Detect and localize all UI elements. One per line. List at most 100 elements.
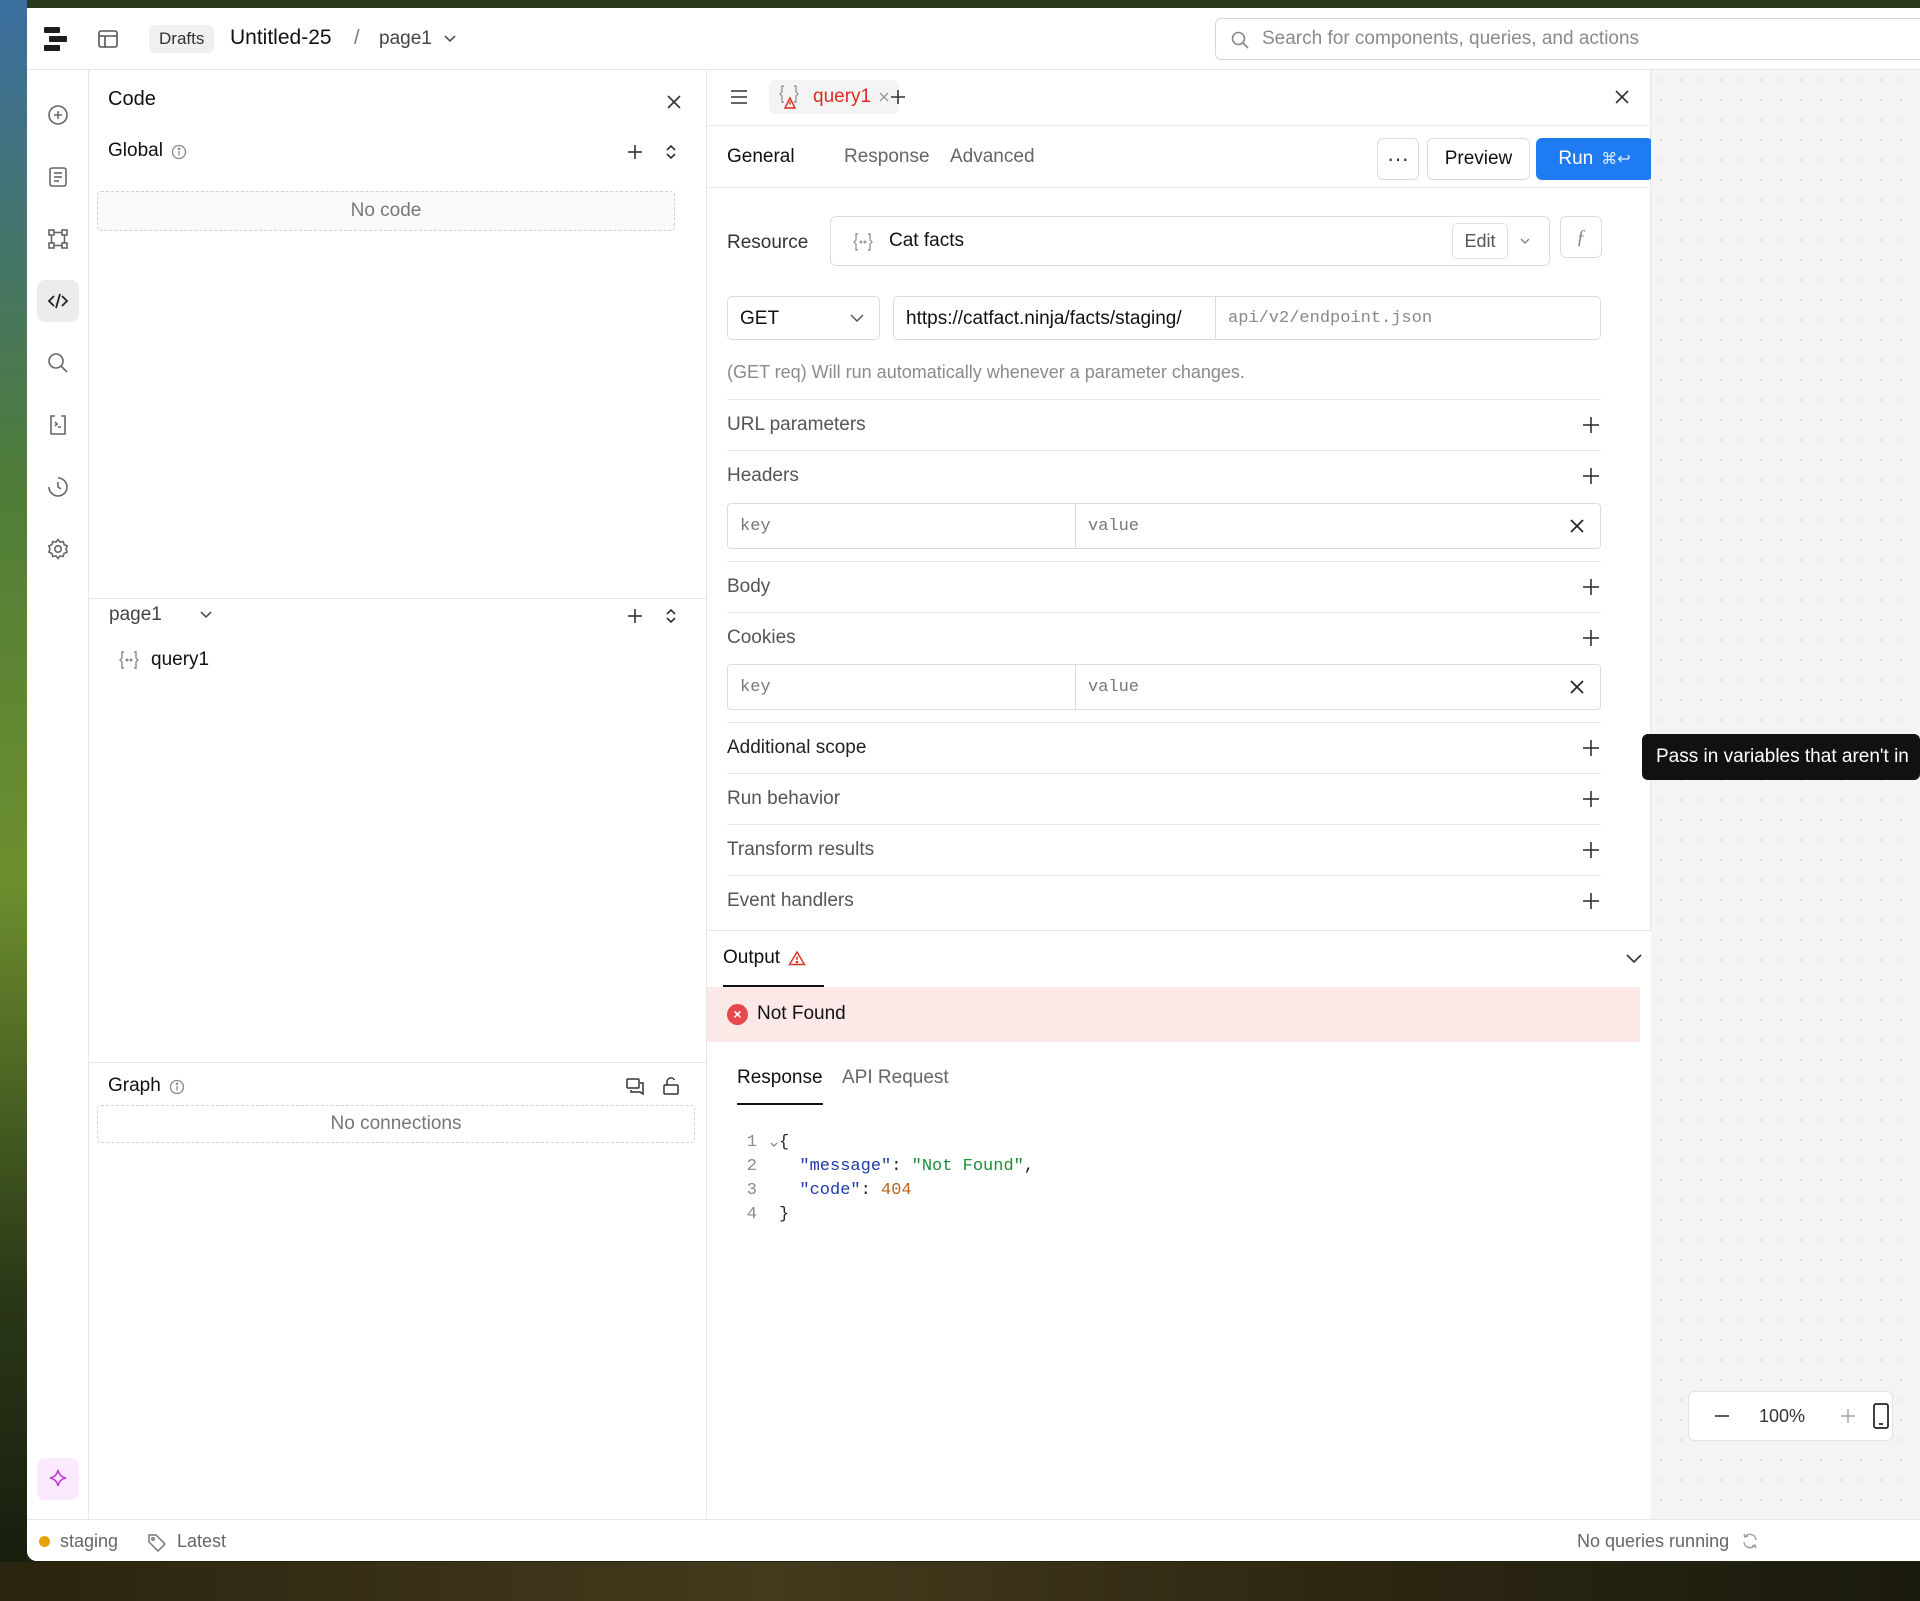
chevron-down-icon[interactable]: [443, 34, 457, 44]
section-divider: [89, 598, 707, 599]
preview-button[interactable]: Preview: [1427, 138, 1530, 180]
expand-collapse-icon[interactable]: [661, 606, 681, 626]
run-behavior-label: Run behavior: [727, 788, 841, 809]
header-value-input[interactable]: [1076, 504, 1546, 548]
graph-section-title: Graph: [108, 1075, 161, 1096]
version-label[interactable]: Latest: [177, 1531, 226, 1552]
drafts-breadcrumb[interactable]: Drafts: [149, 25, 215, 53]
menu-icon[interactable]: [729, 88, 749, 106]
plus-icon[interactable]: [1581, 840, 1601, 860]
expand-collapse-icon[interactable]: [661, 142, 681, 162]
history-icon: [48, 477, 68, 497]
plus-icon[interactable]: [1581, 789, 1601, 809]
cookies-row[interactable]: Cookies: [727, 612, 1601, 663]
search-input[interactable]: [1262, 19, 1920, 59]
rail-search-button[interactable]: [37, 342, 79, 384]
comments-icon[interactable]: [625, 1076, 645, 1096]
page-section-title[interactable]: page1: [109, 604, 162, 626]
resource-selector[interactable]: Cat facts Edit: [830, 216, 1550, 266]
cookie-value-input[interactable]: [1076, 665, 1546, 709]
plus-icon[interactable]: [1581, 415, 1601, 435]
page-selector[interactable]: page1: [379, 28, 432, 50]
zoom-control: 100%: [1688, 1391, 1893, 1441]
url-parameters-row[interactable]: URL parameters: [727, 399, 1601, 450]
chevron-down-icon[interactable]: [1519, 237, 1531, 246]
layout-panel-icon[interactable]: [97, 28, 119, 50]
line-number: 2: [746, 1157, 757, 1176]
environment-label[interactable]: staging: [60, 1531, 118, 1552]
event-handlers-row[interactable]: Event handlers: [727, 875, 1601, 926]
plus-icon[interactable]: [625, 142, 645, 162]
json-number: 404: [881, 1181, 912, 1200]
zoom-out-icon[interactable]: [1713, 1406, 1731, 1426]
query-tab[interactable]: query1: [769, 80, 900, 114]
plus-icon[interactable]: [1581, 577, 1601, 597]
info-icon[interactable]: [169, 1079, 185, 1095]
body-row[interactable]: Body: [727, 561, 1601, 612]
headers-row[interactable]: Headers: [727, 450, 1601, 501]
new-tab-plus-icon[interactable]: [889, 88, 907, 106]
run-behavior-row[interactable]: Run behavior: [727, 773, 1601, 824]
rail-settings-button[interactable]: [37, 528, 79, 570]
editor-form: Resource Cat facts Edit ƒ GET https://ca…: [707, 188, 1651, 930]
mobile-device-icon[interactable]: [1869, 1402, 1893, 1430]
header-key-input[interactable]: [728, 504, 1076, 548]
warning-icon: [788, 950, 806, 966]
line-number: 4: [746, 1205, 757, 1224]
url-path-input[interactable]: [1216, 297, 1600, 339]
fx-toggle-button[interactable]: ƒ: [1560, 216, 1602, 258]
info-icon[interactable]: [171, 144, 187, 160]
url-field[interactable]: https://catfact.ninja/facts/staging/: [893, 296, 1601, 340]
tab-general[interactable]: General: [727, 146, 795, 168]
query-list-item[interactable]: query1: [117, 646, 209, 674]
tab-response[interactable]: Response: [844, 146, 930, 168]
plus-icon[interactable]: [625, 606, 645, 626]
remove-row-icon[interactable]: [1568, 678, 1586, 696]
plus-icon[interactable]: [1581, 891, 1601, 911]
output-tab-api-request[interactable]: API Request: [842, 1067, 949, 1103]
close-icon[interactable]: [1613, 88, 1631, 106]
rail-code-button[interactable]: [37, 280, 79, 322]
remove-row-icon[interactable]: [1568, 517, 1586, 535]
additional-scope-row[interactable]: Additional scope: [727, 722, 1601, 773]
http-method-select[interactable]: GET: [727, 296, 880, 340]
body-label: Body: [727, 576, 771, 597]
queries-status: No queries running: [1577, 1531, 1730, 1551]
refresh-icon[interactable]: [1741, 1532, 1759, 1550]
chevron-down-icon[interactable]: [1625, 953, 1643, 965]
tab-advanced[interactable]: Advanced: [950, 146, 1035, 168]
chevron-down-icon[interactable]: [199, 610, 213, 620]
zoom-in-icon[interactable]: [1839, 1406, 1857, 1426]
more-options-button[interactable]: ···: [1377, 138, 1419, 180]
rail-history-button[interactable]: [37, 466, 79, 508]
output-tab[interactable]: Output: [723, 931, 825, 987]
transform-results-row[interactable]: Transform results: [727, 824, 1601, 875]
desktop-background-bottom: [0, 1562, 1920, 1601]
resource-query-icon: [119, 651, 139, 669]
plus-icon[interactable]: [1581, 738, 1601, 758]
close-icon[interactable]: [664, 92, 684, 112]
plus-icon[interactable]: [1581, 466, 1601, 486]
rail-components-button[interactable]: [37, 218, 79, 260]
code-panel-title: Code: [108, 88, 156, 110]
cookie-key-input[interactable]: [728, 665, 1076, 709]
headers-label: Headers: [727, 465, 799, 486]
retool-logo-icon[interactable]: [43, 25, 69, 53]
error-message: Not Found: [757, 1003, 846, 1024]
global-section-title: Global: [108, 140, 163, 161]
code-line: 3 "code": 404: [735, 1179, 1034, 1203]
edit-resource-button[interactable]: Edit: [1452, 223, 1508, 259]
plus-icon[interactable]: [1581, 628, 1601, 648]
url-base: https://catfact.ninja/facts/staging/: [894, 297, 1216, 339]
unlock-icon[interactable]: [661, 1076, 681, 1096]
rail-pages-button[interactable]: [37, 156, 79, 198]
global-search[interactable]: [1215, 18, 1920, 60]
output-tab-response[interactable]: Response: [737, 1067, 823, 1105]
rail-add-button[interactable]: [37, 94, 79, 136]
app-canvas[interactable]: [1651, 70, 1920, 1527]
fold-chevron-icon[interactable]: [769, 1141, 779, 1149]
run-button[interactable]: Run ⌘↩: [1536, 138, 1653, 180]
rail-ai-assist-button[interactable]: [37, 1458, 79, 1500]
app-title[interactable]: Untitled-25: [230, 26, 332, 50]
rail-state-button[interactable]: [37, 404, 79, 446]
